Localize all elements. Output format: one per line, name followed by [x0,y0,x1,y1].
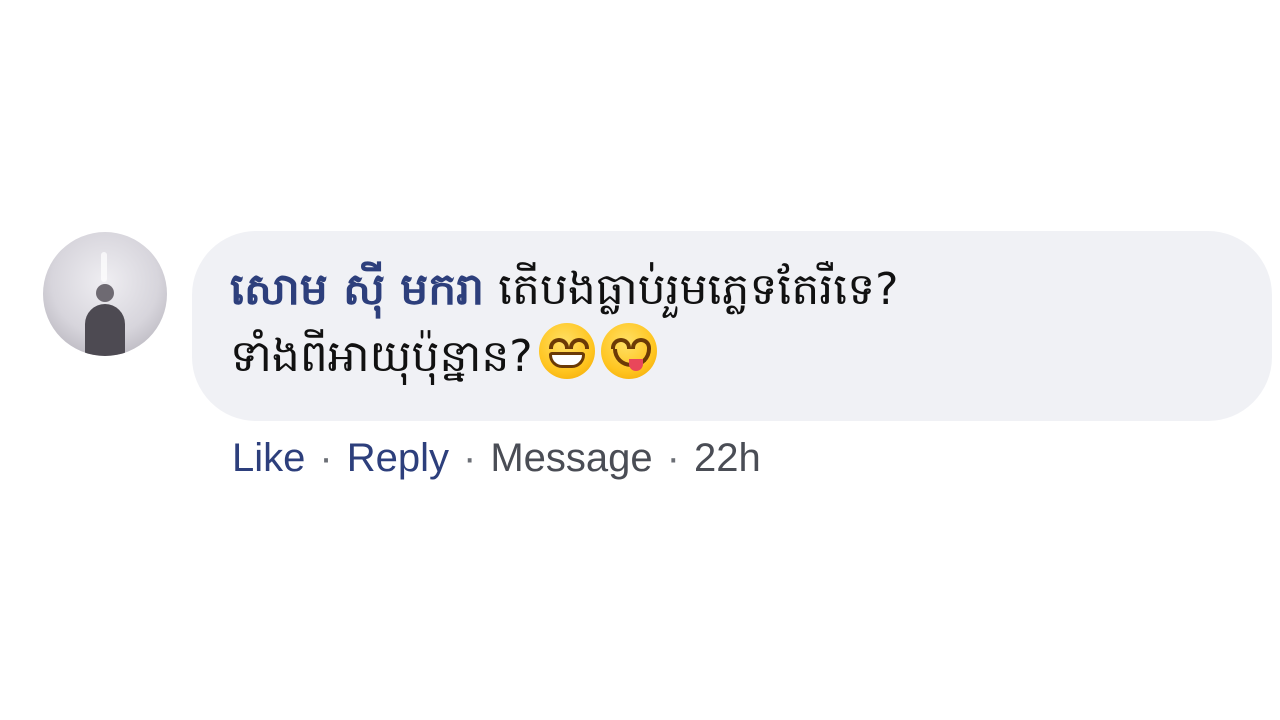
like-link[interactable]: Like [232,436,305,480]
comment-text: សោម ស៊ី មករា តើបងធ្លាប់រួមភ្លេទតែរឺទេ? ទា… [230,257,1190,390]
avatar-figure-head [96,284,114,302]
comment-actions: Like · Reply · Message · 22h [232,432,761,484]
separator: · [666,436,680,480]
reply-link[interactable]: Reply [347,436,449,480]
avatar[interactable] [43,232,167,356]
comment-text-line2: ទាំងពីអាយុប៉ុន្នាន? [230,331,533,382]
comment-bubble: សោម ស៊ី មករា តើបងធ្លាប់រួមភ្លេទតែរឺទេ? ទា… [192,231,1272,421]
comment-timestamp[interactable]: 22h [694,436,761,480]
message-link[interactable]: Message [490,436,652,480]
comment: សោម ស៊ី មករា តើបងធ្លាប់រួមភ្លេទតែរឺទេ? ទា… [0,0,1280,720]
grinning-face-icon [538,323,595,379]
avatar-figure-body [85,304,125,356]
separator: · [319,436,333,480]
face-savoring-food-icon [600,323,657,379]
separator: · [462,436,477,480]
comment-author-name[interactable]: សោម ស៊ី មករា [230,264,484,315]
comment-text-line1: តើបងធ្លាប់រួមភ្លេទតែរឺទេ? [498,264,899,315]
avatar-highlight [101,252,107,282]
